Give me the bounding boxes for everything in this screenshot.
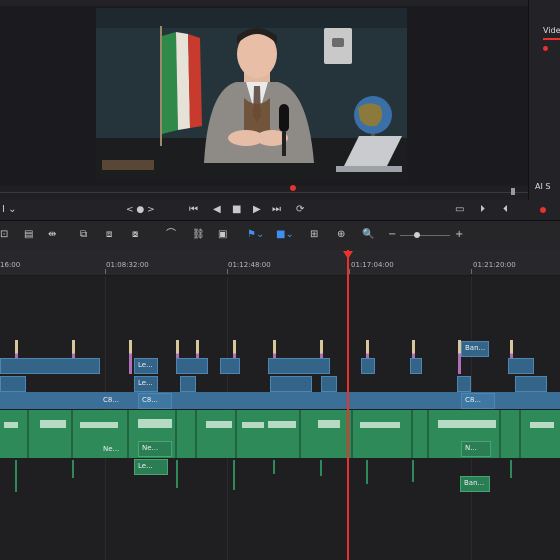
a2-edit[interactable] — [510, 460, 512, 478]
marker-icon[interactable]: ■⌄ — [276, 228, 294, 242]
clip-label: Ban... — [464, 479, 485, 487]
clip-label: Le... — [138, 462, 153, 470]
a1-clip[interactable]: N... — [461, 441, 491, 457]
v1-clip[interactable]: C8... — [461, 393, 495, 409]
fullscreen-icon[interactable]: ▭ — [455, 203, 464, 217]
clip-label: Le... — [138, 361, 153, 369]
timecode-label: 01:17:04:00 — [351, 261, 394, 269]
zoom-fit-icon[interactable]: ⊞ — [310, 228, 318, 242]
a2-edit[interactable] — [15, 460, 17, 492]
v1-clip[interactable]: C8... — [138, 393, 172, 409]
trim-mode-icon[interactable]: ▤ — [24, 228, 33, 242]
v3-clip[interactable] — [508, 358, 534, 374]
record-dot-icon — [543, 46, 548, 51]
zoom-slider-track[interactable] — [400, 235, 450, 236]
inspector-footer — [528, 200, 560, 221]
ruler-tick — [105, 269, 106, 274]
video-frame-image — [96, 8, 407, 181]
a2-edit[interactable] — [176, 460, 178, 488]
next-frame-icon[interactable]: ⏵ — [480, 203, 485, 217]
transport-bar: I ⌄ < ● > ⏮ ◀ ■ ▶ ⏭ ⟳ ▭ ⏵ ⏴ — [0, 200, 528, 221]
stop-icon[interactable]: ■ — [232, 203, 241, 217]
zoom-out-icon[interactable]: − — [388, 228, 396, 242]
replace-clip-icon[interactable]: ⧇ — [132, 228, 138, 242]
clip-label: C8... — [465, 396, 482, 404]
play-icon[interactable]: ▶ — [253, 203, 261, 217]
v3-clip[interactable] — [410, 358, 422, 374]
clip-label: Ne... — [142, 444, 159, 452]
timecode-label: 16:00 — [0, 261, 21, 269]
v3-clip[interactable]: Le... — [134, 358, 158, 374]
link-icon[interactable]: ⛓ — [192, 228, 205, 242]
playhead-handle-icon[interactable] — [343, 251, 353, 259]
zoom-custom-icon[interactable]: 🔍 — [362, 228, 374, 242]
playhead-line[interactable] — [347, 250, 349, 560]
v2-clip[interactable] — [457, 376, 471, 392]
scrub-playhead-icon[interactable] — [290, 185, 296, 191]
clip-label: Ban... — [465, 344, 486, 352]
flag-icon[interactable]: ⚑⌄ — [247, 228, 264, 242]
tab-underline — [543, 38, 560, 40]
ruler-tick — [471, 269, 472, 274]
timecode-label: 01:08:32:00 — [106, 261, 149, 269]
a2-edit[interactable] — [412, 460, 414, 482]
v3-clip[interactable] — [220, 358, 240, 374]
select-mode-icon[interactable]: ⊡ — [0, 228, 8, 242]
a2-edit[interactable] — [273, 460, 275, 474]
zoom-slider-thumb[interactable] — [414, 232, 420, 238]
lock-icon[interactable]: ▣ — [218, 228, 227, 242]
clip-label: Ne... — [103, 445, 120, 453]
prev-clip-icon[interactable]: ⏮ — [189, 203, 198, 217]
a2-edit[interactable] — [320, 460, 322, 476]
v2-clip[interactable] — [270, 376, 312, 392]
tab-ai[interactable]: AI S — [535, 182, 550, 191]
loop-icon[interactable]: ⟳ — [296, 203, 304, 217]
scrub-line — [0, 192, 528, 193]
clip-label: C8... — [142, 396, 159, 404]
inspector-panel: Vide AI S — [528, 0, 560, 200]
overwrite-clip-icon[interactable]: ⧈ — [106, 228, 112, 242]
next-clip-icon[interactable]: ⏭ — [272, 203, 281, 217]
scrub-end-handle[interactable] — [511, 188, 515, 195]
tab-video[interactable]: Vide — [543, 26, 560, 35]
a2-clip[interactable]: Ban... — [460, 476, 490, 492]
zoom-plus-icon[interactable]: + — [455, 228, 463, 242]
insert-clip-icon[interactable]: ⧉ — [80, 228, 87, 242]
ruler-tick — [227, 269, 228, 274]
ruler-tick — [349, 269, 350, 274]
v4-clip[interactable]: Ban... — [461, 341, 489, 357]
blade-mode-icon[interactable]: ⇹ — [48, 228, 56, 242]
snapping-icon[interactable]: ⌒ — [166, 228, 176, 242]
v2-clip[interactable]: Le... — [134, 376, 158, 392]
clip-label: Le... — [138, 379, 153, 387]
a2-edit[interactable] — [233, 460, 235, 490]
frame-nav[interactable]: < ● > — [126, 203, 155, 217]
v3-clip[interactable] — [176, 358, 208, 374]
status-dot-icon — [540, 207, 546, 213]
v2-clip[interactable] — [321, 376, 337, 392]
step-back-icon[interactable]: ◀ — [213, 203, 221, 217]
v2-clip[interactable] — [180, 376, 196, 392]
video-frame — [96, 8, 407, 181]
viewer-scrubber[interactable] — [0, 185, 528, 200]
clip-label: C8... — [103, 396, 120, 404]
clip-label: N... — [465, 444, 477, 452]
timeline-ruler[interactable]: 16:00 01:08:32:00 01:12:48:00 01:17:04:0… — [0, 250, 560, 276]
timeline-toolbar: ⊡ ▤ ⇹ ⧉ ⧈ ⧇ ⌒ ⛓ ▣ ⚑⌄ ■⌄ ⊞ ⊕ 🔍 − + — [0, 221, 560, 251]
a2-edit[interactable] — [72, 460, 74, 478]
v3-clip[interactable] — [268, 358, 330, 374]
a2-clip[interactable]: Le... — [134, 459, 168, 475]
prev-frame-icon[interactable]: ⏴ — [503, 203, 508, 217]
timecode-label: 01:12:48:00 — [228, 261, 271, 269]
a1-clip[interactable]: Ne... — [138, 441, 172, 457]
v3-clip[interactable] — [361, 358, 375, 374]
v3-clip[interactable] — [0, 358, 100, 374]
timecode-label: 01:21:20:00 — [473, 261, 516, 269]
a2-edit[interactable] — [366, 460, 368, 484]
adjustment-clip[interactable] — [129, 340, 132, 374]
v2-clip[interactable] — [0, 376, 26, 392]
v2-clip[interactable] — [515, 376, 547, 392]
menu-chevron-icon[interactable]: I ⌄ — [2, 203, 17, 217]
zoom-in-icon[interactable]: ⊕ — [337, 228, 345, 242]
